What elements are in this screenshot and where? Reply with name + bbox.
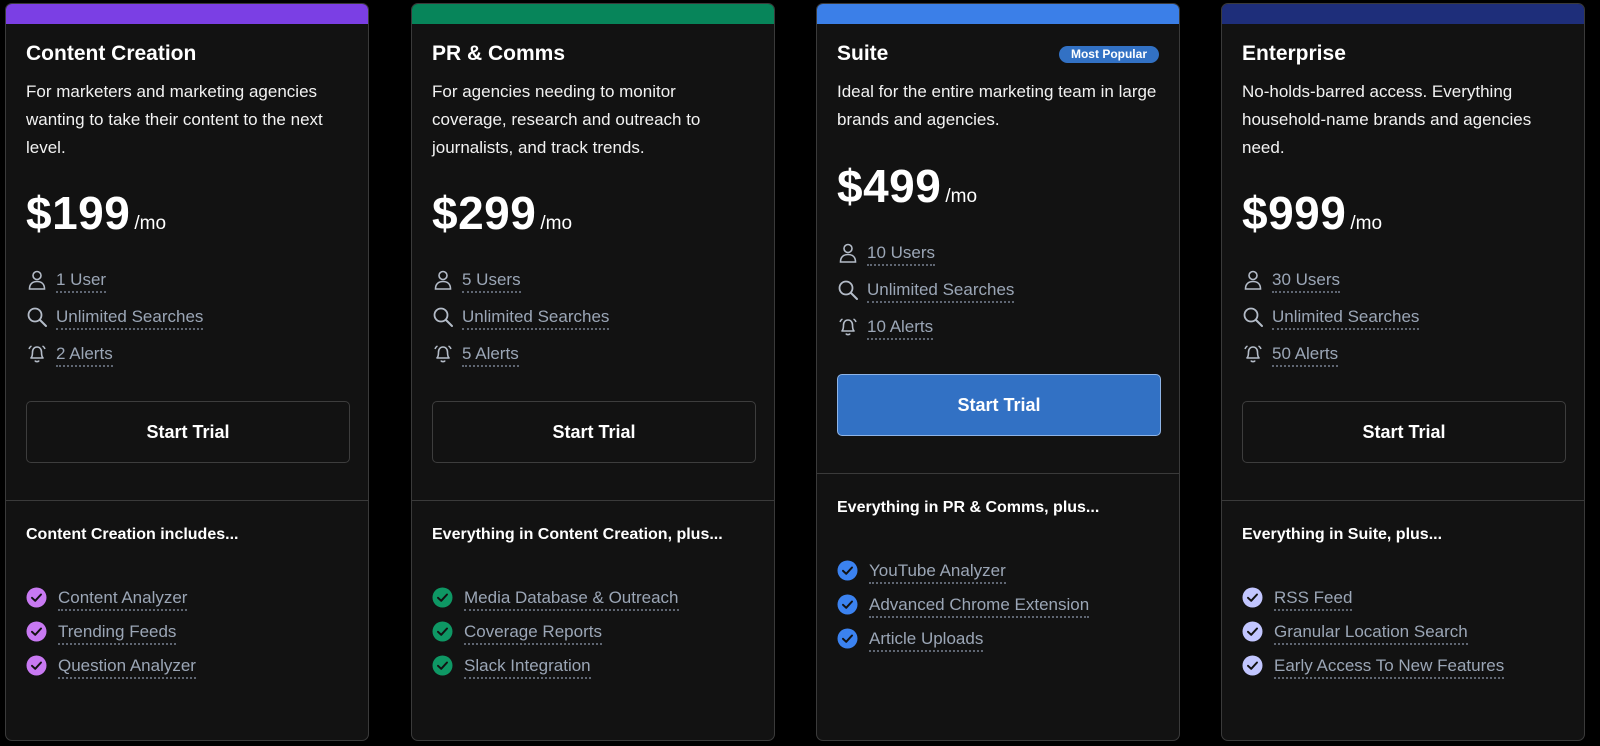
includes-label: Coverage Reports: [464, 622, 602, 645]
check-circle-icon: [26, 621, 47, 642]
includes-heading: Everything in Suite, plus...: [1242, 526, 1443, 543]
plan-description: No-holds-barred access. Everything house…: [1242, 82, 1532, 157]
user-icon: [1244, 270, 1262, 290]
start-trial-button[interactable]: Start Trial: [1242, 401, 1566, 463]
plan-price: $999/mo: [1242, 186, 1382, 240]
plan-price: $499/mo: [837, 159, 977, 213]
price-period: /mo: [1350, 213, 1383, 234]
feature-label: 50 Alerts: [1272, 344, 1339, 367]
plan-description: For agencies needing to monitor coverage…: [432, 82, 701, 157]
plan-accent-bar: [6, 4, 368, 24]
plan-title: Content Creation: [26, 42, 197, 65]
includes-label: Content Analyzer: [58, 588, 188, 611]
feature-label: 5 Alerts: [462, 344, 519, 367]
price-amount: $299: [432, 187, 537, 239]
search-icon: [1243, 307, 1263, 327]
includes-label: Slack Integration: [464, 656, 591, 679]
bell-icon: [434, 345, 452, 363]
plan-title: Enterprise: [1242, 42, 1346, 65]
price-amount: $999: [1242, 187, 1347, 239]
card-divider: [817, 473, 1179, 474]
price-amount: $499: [837, 160, 942, 212]
search-icon: [27, 307, 47, 327]
price-period: /mo: [540, 213, 573, 234]
most-popular-badge: Most Popular: [1058, 46, 1159, 63]
includes-label: Trending Feeds: [58, 622, 177, 645]
includes-label: Granular Location Search: [1274, 622, 1468, 645]
check-circle-icon: [26, 655, 47, 676]
includes-label: Advanced Chrome Extension: [869, 595, 1090, 618]
includes-label: Early Access To New Features: [1274, 656, 1505, 679]
bell-icon: [28, 345, 46, 363]
check-circle-icon: [1242, 621, 1263, 642]
plan-card-enterprise: Enterprise No-holds-barred access. Every…: [1221, 3, 1585, 741]
bell-icon: [1244, 345, 1262, 363]
feature-label: 2 Alerts: [56, 344, 113, 367]
includes-label: Question Analyzer: [58, 656, 196, 679]
check-circle-icon: [432, 621, 453, 642]
plan-accent-bar: [412, 4, 774, 24]
search-icon: [433, 307, 453, 327]
bell-icon: [839, 318, 857, 336]
price-amount: $199: [26, 187, 131, 239]
user-icon: [28, 270, 46, 290]
search-icon: [838, 280, 858, 300]
price-period: /mo: [945, 186, 978, 207]
pricing-cards: Content Creation For marketers and marke…: [0, 0, 1600, 746]
includes-label: YouTube Analyzer: [869, 561, 1006, 584]
plan-accent-bar: [817, 4, 1179, 24]
feature-label: 10 Users: [867, 243, 936, 266]
feature-label: Unlimited Searches: [56, 307, 204, 330]
includes-heading: Everything in Content Creation, plus...: [432, 526, 723, 543]
includes-label: RSS Feed: [1274, 588, 1353, 611]
feature-label: Unlimited Searches: [867, 280, 1015, 303]
plan-description: Ideal for the entire marketing team in l…: [837, 82, 1157, 129]
plan-card-pr-comms: PR & Comms For agencies needing to monit…: [411, 3, 775, 741]
plan-card-suite: Suite Most Popular Ideal for the entire …: [816, 3, 1180, 741]
start-trial-button[interactable]: Start Trial: [26, 401, 350, 463]
check-circle-icon: [837, 594, 858, 615]
plan-price: $199/mo: [26, 186, 166, 240]
feature-label: Unlimited Searches: [462, 307, 610, 330]
feature-label: 5 Users: [462, 270, 521, 293]
check-circle-icon: [1242, 655, 1263, 676]
plan-accent-bar: [1222, 4, 1584, 24]
card-divider: [6, 500, 368, 501]
check-circle-icon: [432, 655, 453, 676]
plan-description: For marketers and marketing agencies wan…: [26, 82, 323, 157]
check-circle-icon: [1242, 587, 1263, 608]
plan-price: $299/mo: [432, 186, 572, 240]
includes-heading: Content Creation includes...: [26, 526, 239, 543]
user-icon: [434, 270, 452, 290]
includes-label: Media Database & Outreach: [464, 588, 679, 611]
card-divider: [1222, 500, 1584, 501]
plan-title: Suite: [837, 42, 889, 65]
check-circle-icon: [432, 587, 453, 608]
feature-label: 30 Users: [1272, 270, 1341, 293]
includes-heading: Everything in PR & Comms, plus...: [837, 499, 1100, 516]
feature-label: 1 User: [56, 270, 107, 293]
card-divider: [412, 500, 774, 501]
check-circle-icon: [26, 587, 47, 608]
plan-title: PR & Comms: [432, 42, 566, 65]
feature-label: 10 Alerts: [867, 317, 934, 340]
start-trial-button[interactable]: Start Trial: [432, 401, 756, 463]
includes-label: Article Uploads: [869, 629, 984, 652]
plan-card-content-creation: Content Creation For marketers and marke…: [5, 3, 369, 741]
start-trial-button[interactable]: Start Trial: [837, 374, 1161, 436]
check-circle-icon: [837, 560, 858, 581]
price-period: /mo: [134, 213, 167, 234]
user-icon: [839, 243, 857, 263]
check-circle-icon: [837, 628, 858, 649]
feature-label: Unlimited Searches: [1272, 307, 1420, 330]
